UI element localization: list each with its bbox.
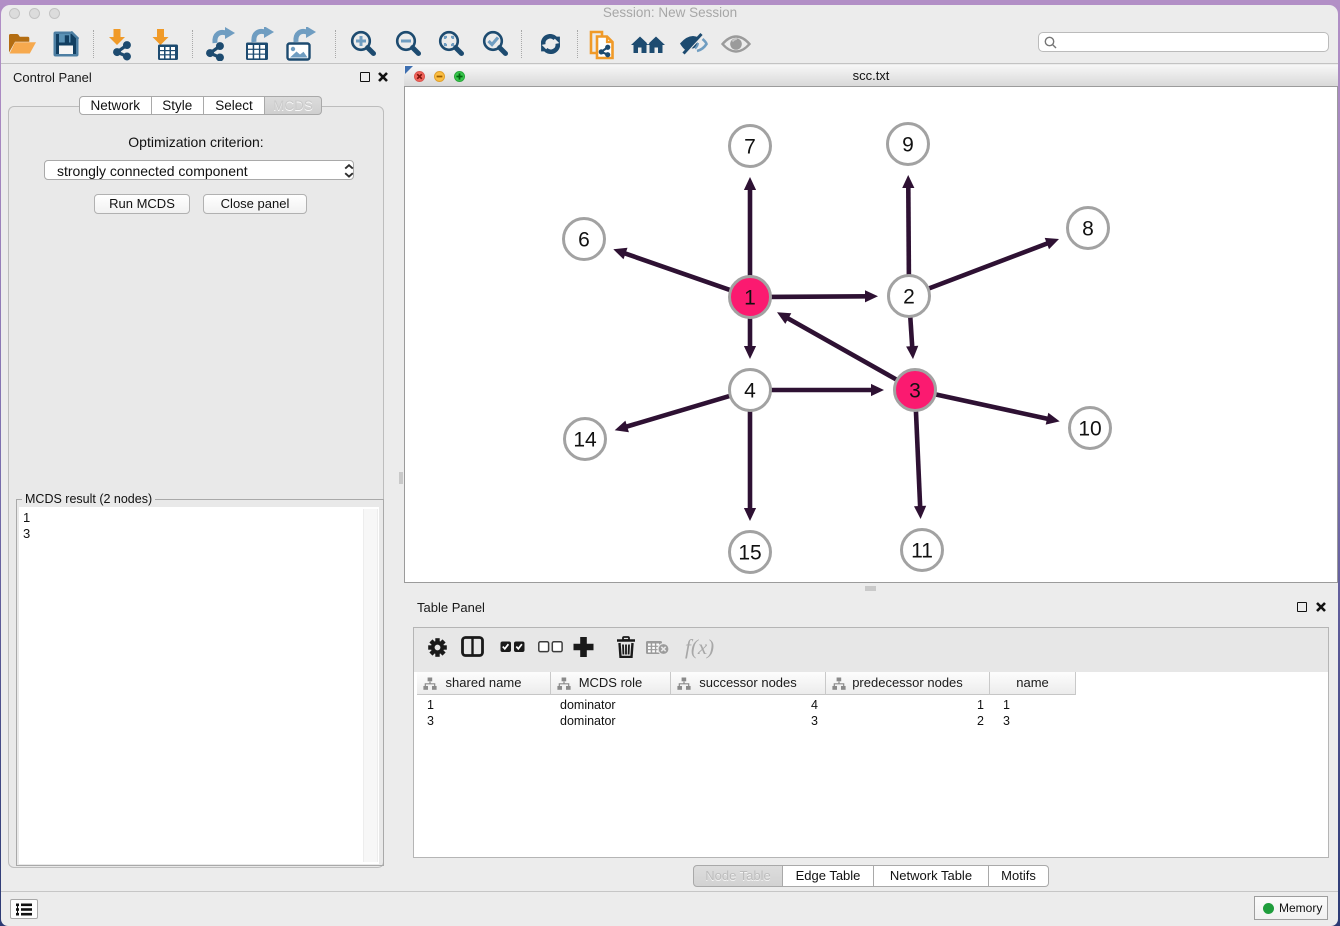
svg-text:10: 10: [1078, 418, 1101, 441]
svg-text:1: 1: [744, 287, 756, 310]
svg-text:8: 8: [1082, 218, 1094, 241]
svg-text:2: 2: [903, 286, 915, 309]
svg-text:9: 9: [902, 134, 914, 157]
svg-text:7: 7: [744, 136, 756, 159]
svg-text:4: 4: [744, 380, 756, 403]
svg-text:14: 14: [573, 429, 597, 452]
svg-text:3: 3: [909, 380, 921, 403]
svg-text:11: 11: [911, 540, 933, 563]
svg-text:6: 6: [578, 229, 590, 252]
svg-text:15: 15: [738, 542, 761, 565]
